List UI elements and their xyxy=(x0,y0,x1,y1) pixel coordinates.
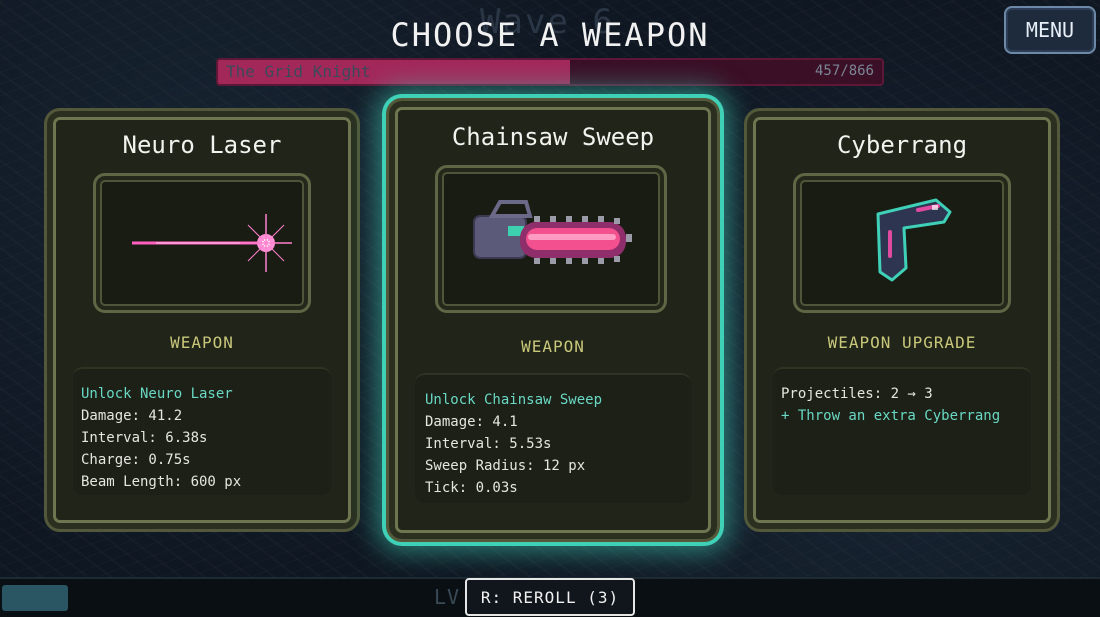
reroll-button[interactable]: R: REROLL (3) xyxy=(465,578,635,616)
unlock-text: Unlock Chainsaw Sweep xyxy=(425,392,603,408)
card-icon-frame xyxy=(793,173,1011,313)
upgrade-text: + Throw an extra Cyberrang xyxy=(781,408,1001,424)
stat-damage: Damage: 41.2 xyxy=(81,408,183,424)
card-title: Neuro Laser xyxy=(122,131,282,159)
chainsaw-icon xyxy=(473,200,632,264)
stat-interval: Interval: 5.53s xyxy=(425,436,552,452)
card-description: Unlock Chainsaw Sweep Damage: 4.1 Interv… xyxy=(415,373,691,503)
stat-projectiles: Projectiles: 2 → 3 xyxy=(781,386,933,402)
unlock-text: Unlock Neuro Laser xyxy=(81,386,233,402)
boss-health-bar: The Grid Knight 457/866 xyxy=(216,58,884,86)
weapon-card-cyberrang[interactable]: Cyberrang WEAPON UPGRADE Projectiles: 2 … xyxy=(744,108,1060,532)
boss-name: The Grid Knight xyxy=(226,62,371,81)
boomerang-icon xyxy=(876,198,952,282)
menu-button[interactable]: MENU xyxy=(1004,6,1096,54)
card-type-label: WEAPON xyxy=(521,337,585,356)
card-description: Unlock Neuro Laser Damage: 41.2 Interval… xyxy=(73,367,331,495)
card-icon-frame xyxy=(93,173,311,313)
card-icon-frame xyxy=(435,165,667,313)
weapon-card-chainsaw-sweep[interactable]: Chainsaw Sweep WEAPON Unlock Chainsaw Sw… xyxy=(386,98,720,542)
card-title: Cyberrang xyxy=(836,131,968,159)
stat-beam-length: Beam Length: 600 px xyxy=(81,474,242,490)
neuro-laser-icon xyxy=(132,214,292,272)
stat-charge: Charge: 0.75s xyxy=(81,452,191,468)
card-description: Projectiles: 2 → 3 + Throw an extra Cybe… xyxy=(773,367,1031,495)
weapon-card-neuro-laser[interactable]: Neuro Laser WEAPON Unlock Neuro Laser Da… xyxy=(44,108,360,532)
boss-hp-text: 457/866 xyxy=(814,63,874,79)
xp-fill xyxy=(2,585,68,611)
stat-sweep-radius: Sweep Radius: 12 px xyxy=(425,458,586,474)
card-type-label: WEAPON UPGRADE xyxy=(827,333,977,352)
stat-tick: Tick: 0.03s xyxy=(425,480,518,496)
stat-damage: Damage: 4.1 xyxy=(425,414,518,430)
stat-interval: Interval: 6.38s xyxy=(81,430,208,446)
page-title: CHOOSE A WEAPON xyxy=(390,16,710,54)
card-title: Chainsaw Sweep xyxy=(451,123,655,151)
card-type-label: WEAPON xyxy=(170,333,234,352)
